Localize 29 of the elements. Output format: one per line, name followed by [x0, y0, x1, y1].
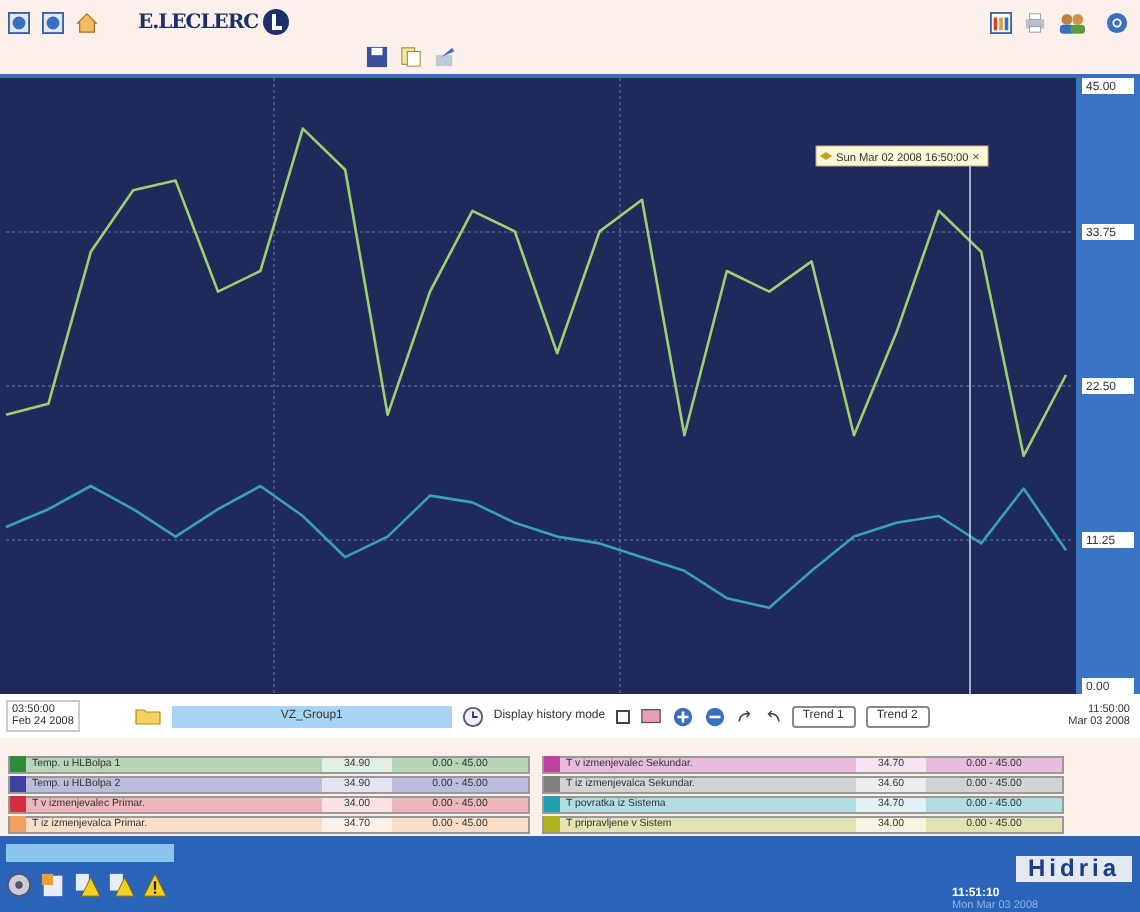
- warning-icon[interactable]: [142, 872, 168, 898]
- save-icon[interactable]: [366, 46, 388, 68]
- logo-text: Hidria: [1015, 856, 1132, 882]
- export-icon[interactable]: [434, 46, 456, 68]
- monitor-icon[interactable]: [639, 705, 662, 728]
- columns-icon[interactable]: [990, 11, 1012, 33]
- home-icon[interactable]: [76, 11, 98, 33]
- tick-label-background: [1082, 378, 1134, 395]
- forward-icon[interactable]: [42, 11, 64, 33]
- tick-label-background: [1082, 532, 1134, 549]
- help-icon[interactable]: [1106, 11, 1128, 33]
- redo-icon[interactable]: [735, 707, 754, 726]
- copy-icon[interactable]: [400, 46, 422, 68]
- logo-text: E.LECLERC: [138, 11, 259, 33]
- tick-label-background: [1082, 78, 1134, 95]
- tick-label-background: [1082, 224, 1134, 241]
- zoom-out-icon[interactable]: [703, 705, 726, 728]
- undo-icon[interactable]: [763, 707, 782, 726]
- speaker-icon[interactable]: [6, 872, 32, 898]
- back-icon[interactable]: [8, 11, 30, 33]
- warning-icon[interactable]: [74, 872, 100, 898]
- history-mode-checkbox[interactable]: [615, 709, 630, 724]
- warning-icon[interactable]: [108, 872, 134, 898]
- zoom-in-icon[interactable]: [671, 705, 694, 728]
- clock-icon[interactable]: [461, 705, 484, 728]
- document-icon[interactable]: [40, 872, 66, 898]
- arrows-icon: [820, 152, 832, 161]
- logo-icon: [262, 8, 291, 36]
- printer-icon[interactable]: [1024, 11, 1046, 33]
